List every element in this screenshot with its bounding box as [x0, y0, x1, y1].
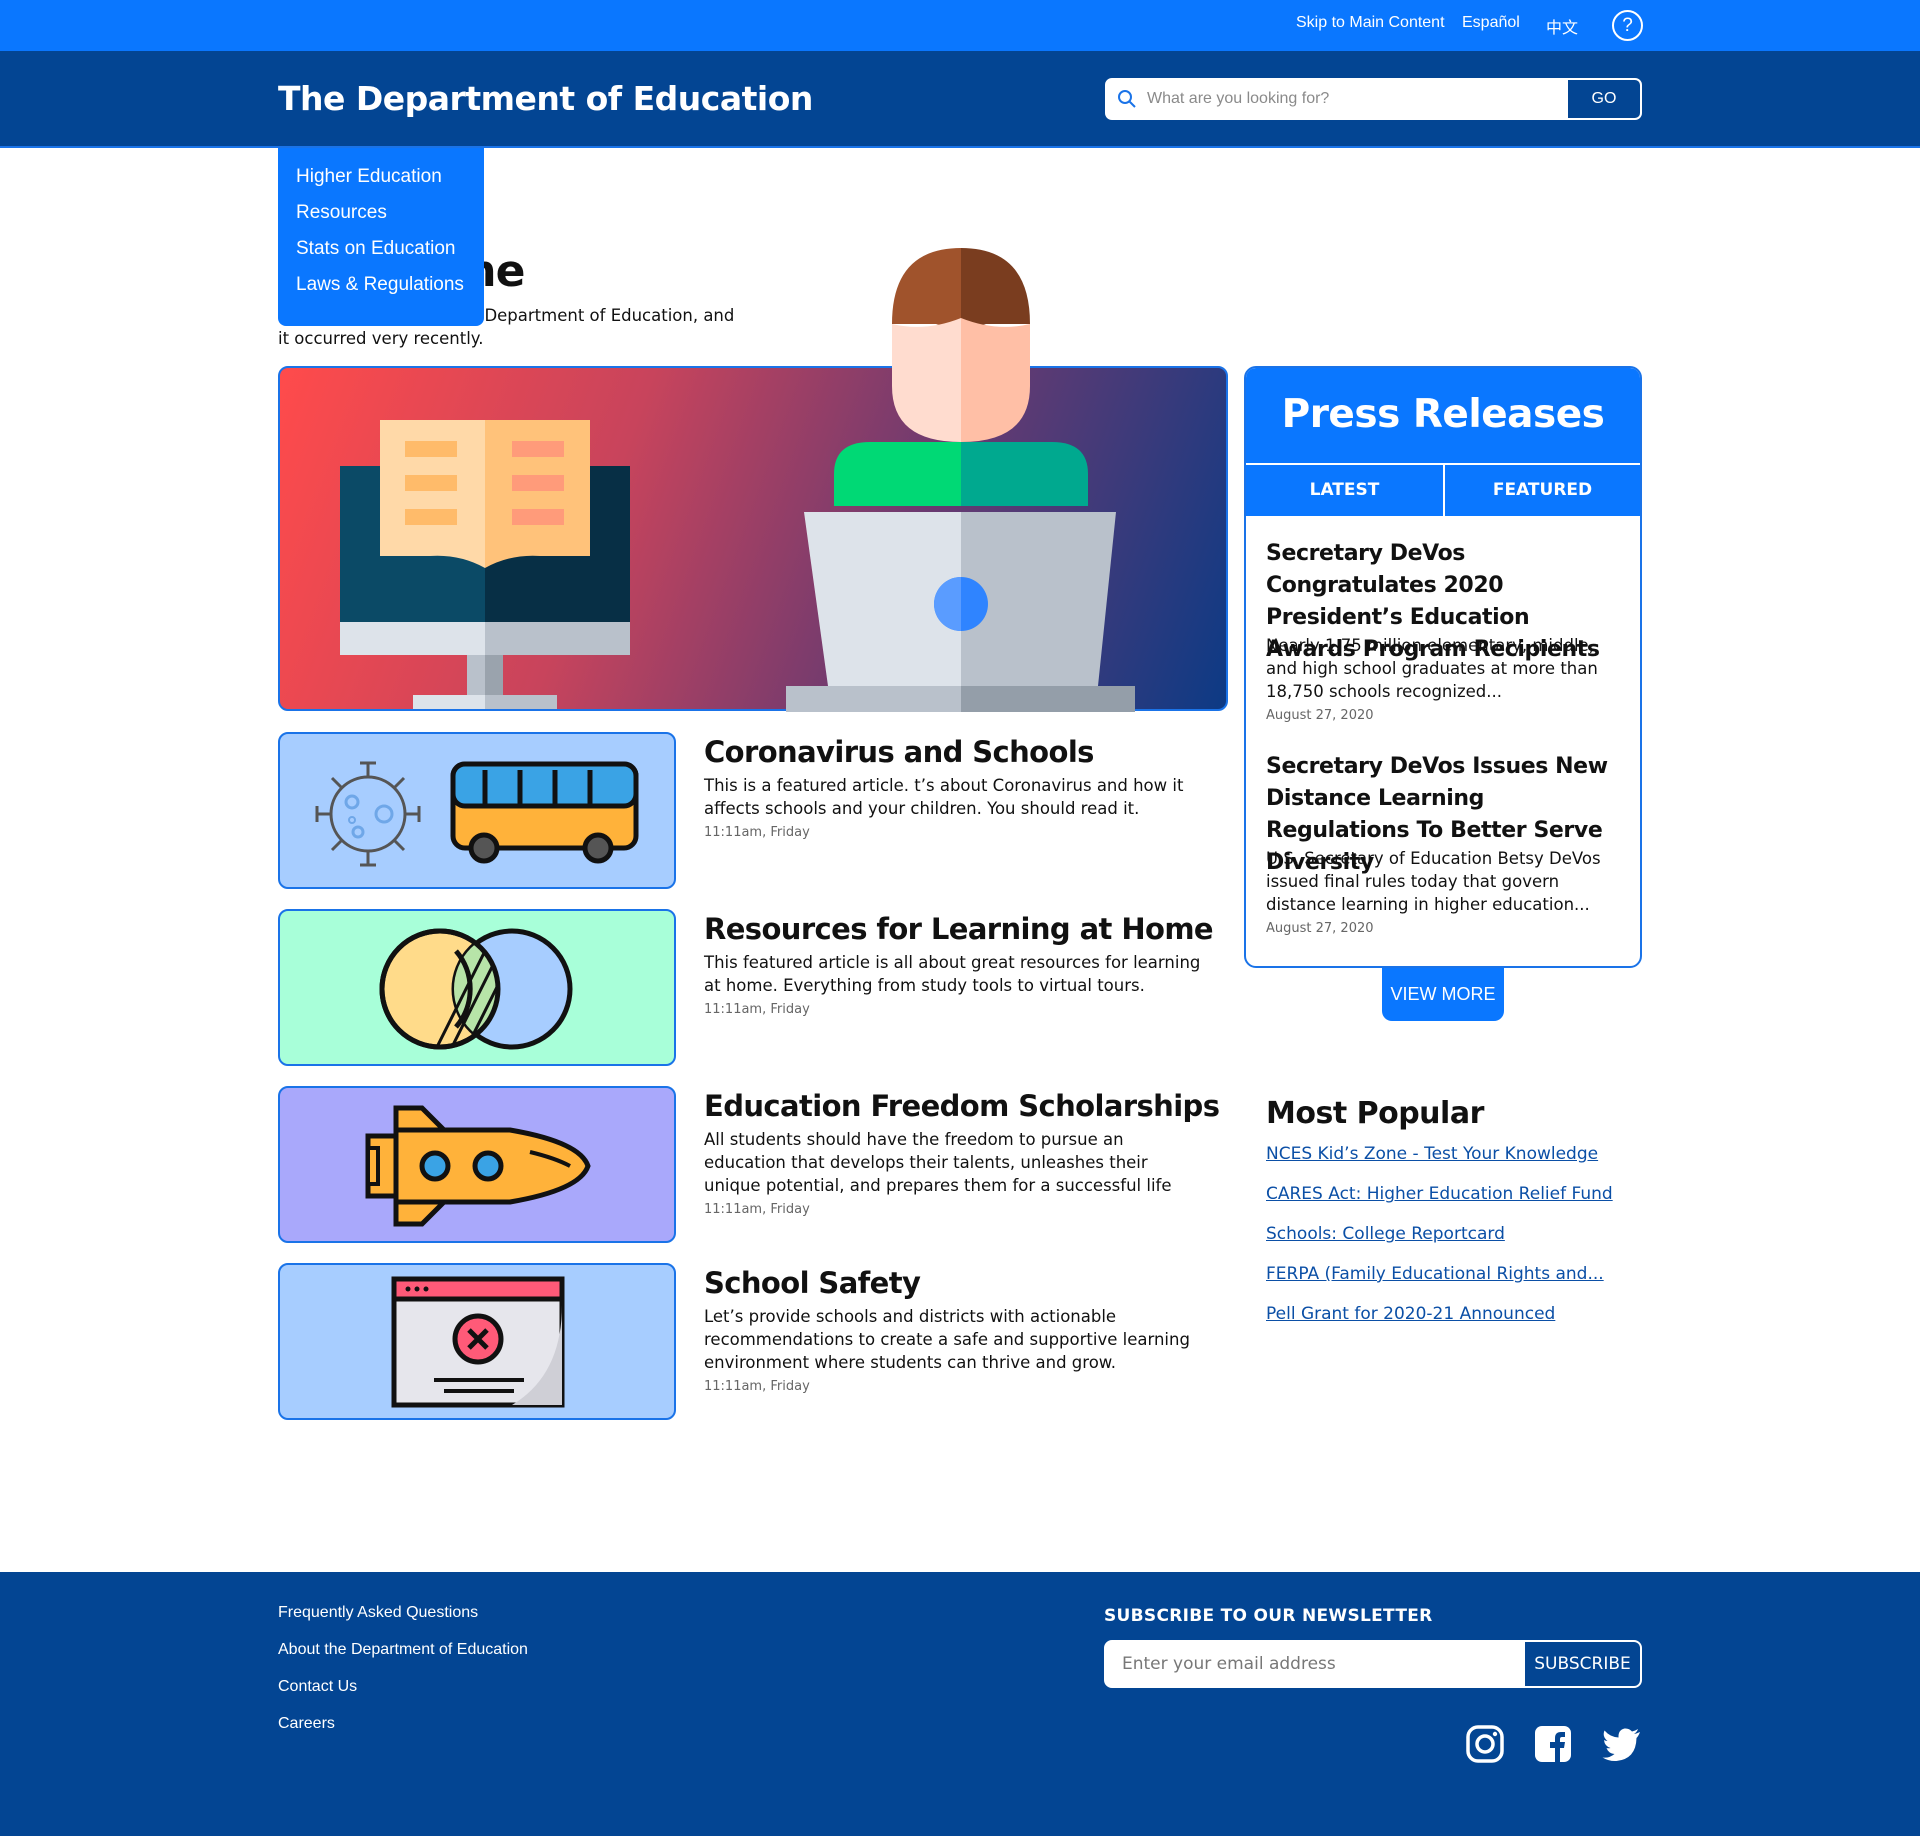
search-bar: GO	[1105, 78, 1642, 120]
newsletter-title: SUBSCRIBE TO OUR NEWSLETTER	[1104, 1606, 1433, 1626]
popular-link[interactable]: CARES Act: Higher Education Relief Fund	[1266, 1184, 1613, 1204]
article-timestamp: 11:11am, Friday	[704, 1002, 810, 1017]
footer-link-contact[interactable]: Contact Us	[278, 1678, 357, 1696]
virus-bus-icon	[315, 761, 639, 867]
email-input[interactable]	[1122, 1642, 1522, 1686]
footer-link-careers[interactable]: Careers	[278, 1715, 335, 1733]
press-tabs: LATEST FEATURED	[1246, 463, 1640, 516]
popular-link[interactable]: Schools: College Reportcard	[1266, 1224, 1505, 1244]
browser-error-icon	[391, 1276, 565, 1408]
search-input[interactable]	[1147, 80, 1492, 118]
language-chinese-link[interactable]: 中文	[1546, 14, 1578, 38]
help-icon[interactable]: ?	[1612, 10, 1643, 41]
menu-item-higher-education[interactable]: Higher Education	[296, 166, 484, 202]
venn-diagram-icon	[379, 928, 573, 1050]
twitter-icon[interactable]	[1602, 1724, 1642, 1764]
article-summary: Let’s provide schools and districts with…	[704, 1307, 1190, 1372]
popular-link[interactable]: NCES Kid’s Zone - Test Your Knowledge	[1266, 1144, 1598, 1164]
site-title[interactable]: The Department of Education	[278, 79, 813, 118]
person-laptop-illustration	[786, 248, 1135, 712]
article-timestamp: 11:11am, Friday	[704, 825, 810, 840]
popular-link[interactable]: Pell Grant for 2020-21 Announced	[1266, 1304, 1555, 1324]
menu-item-resources[interactable]: Resources	[296, 202, 484, 238]
skip-to-main-link[interactable]: Skip to Main Content	[1296, 14, 1445, 32]
most-popular-title: Most Popular	[1266, 1096, 1484, 1131]
press-release-summary: U.S. Secretary of Education Betsy DeVos …	[1266, 849, 1601, 914]
utility-bar: Skip to Main Content Español 中文 ?	[0, 0, 1920, 51]
press-releases-title: Press Releases	[1281, 392, 1605, 437]
press-releases-header: Press Releases	[1246, 368, 1640, 463]
article-thumbnail-resources[interactable]	[278, 909, 676, 1066]
press-release-date: August 27, 2020	[1266, 708, 1374, 723]
facebook-icon[interactable]	[1533, 1724, 1573, 1764]
article-thumbnail-coronavirus[interactable]	[278, 732, 676, 889]
language-espanol-link[interactable]: Español	[1462, 14, 1520, 32]
article-timestamp: 11:11am, Friday	[704, 1202, 810, 1217]
footer-link-faq[interactable]: Frequently Asked Questions	[278, 1604, 478, 1622]
site-footer: Frequently Asked Questions About the Dep…	[0, 1572, 1920, 1836]
menu-item-stats-on-education[interactable]: Stats on Education	[296, 238, 484, 274]
site-header: The Department of Education GO	[0, 51, 1920, 148]
search-go-button[interactable]: GO	[1568, 80, 1640, 118]
article-summary: All students should have the freedom to …	[704, 1130, 1172, 1195]
article-title[interactable]: Resources for Learning at Home	[704, 912, 1214, 946]
instagram-icon[interactable]	[1465, 1724, 1505, 1764]
menu-item-laws-regulations[interactable]: Laws & Regulations	[296, 274, 484, 310]
press-release-summary: Nearly 1.75 million elementary, middle, …	[1266, 636, 1598, 701]
article-thumbnail-scholarships[interactable]	[278, 1086, 676, 1243]
tab-latest[interactable]: LATEST	[1246, 465, 1443, 516]
rocket-icon	[365, 1105, 591, 1227]
press-release-date: August 27, 2020	[1266, 921, 1374, 936]
subscribe-button[interactable]: SUBSCRIBE	[1525, 1642, 1640, 1686]
nav-dropdown-menu: Higher Education Resources Stats on Educ…	[278, 148, 484, 326]
article-summary: This featured article is all about great…	[704, 953, 1201, 995]
newsletter-form: SUBSCRIBE	[1104, 1640, 1642, 1688]
article-timestamp: 11:11am, Friday	[704, 1379, 810, 1394]
popular-link[interactable]: FERPA (Family Educational Rights and...	[1266, 1264, 1604, 1284]
view-more-button[interactable]: VIEW MORE	[1382, 968, 1504, 1021]
article-title[interactable]: Education Freedom Scholarships	[704, 1089, 1220, 1123]
article-title[interactable]: Coronavirus and Schools	[704, 735, 1094, 769]
press-releases-panel: Press Releases LATEST FEATURED Secretary…	[1244, 366, 1642, 968]
article-summary: This is a featured article. t’s about Co…	[704, 776, 1184, 818]
footer-link-about[interactable]: About the Department of Education	[278, 1641, 528, 1659]
article-thumbnail-school-safety[interactable]	[278, 1263, 676, 1420]
article-title[interactable]: School Safety	[704, 1266, 921, 1300]
search-icon	[1118, 90, 1136, 108]
tab-featured[interactable]: FEATURED	[1443, 465, 1640, 516]
